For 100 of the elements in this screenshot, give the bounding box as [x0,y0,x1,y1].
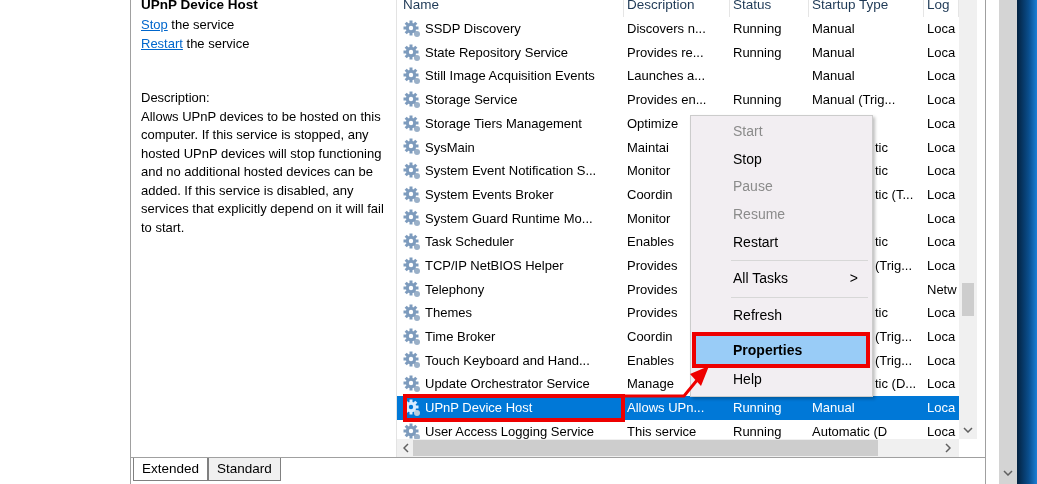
service-name[interactable]: Task Scheduler [425,232,514,252]
column-header[interactable]: Startup Type [809,0,924,17]
table-cell-text: (Trig... [874,256,914,275]
menu-item[interactable]: Refresh [691,301,872,330]
action-text: Restart the service [141,35,251,53]
service-name[interactable]: TCP/IP NetBIOS Helper [425,255,564,276]
window-scrollbar[interactable] [999,0,1017,484]
service-name[interactable]: Time Broker [425,327,496,347]
tab[interactable]: Extended [133,458,209,482]
gear-icon [403,161,421,180]
gear-icon [403,351,421,370]
table-cell-text: Manual [811,67,856,86]
table-cell-text: Manual [811,20,856,39]
table-cell: Monitor [627,163,671,179]
table-cell-text: Loca [926,304,957,323]
tab[interactable]: Standard [208,458,281,482]
table-cell-text: Manual [811,43,856,62]
gear-icon [403,422,421,440]
gear-icon [403,209,421,228]
menu-item[interactable]: All Tasks > [691,264,872,293]
gear-icon [403,304,421,323]
table-cell: Allows UPn... [627,400,705,416]
scrollbar-thumb[interactable] [962,283,974,316]
gear-icon [403,67,421,86]
table-cell-text: Loca [926,91,957,110]
table-cell: Provides [627,305,678,321]
menu-item[interactable]: Help [691,366,872,394]
service-name[interactable]: Telephony [425,279,485,300]
table-cell-text: Manual [811,399,856,418]
table-cell: Provides re... [627,44,704,60]
table-cell-text: tic [874,162,889,181]
table-cell-text: tic [874,138,889,157]
scroll-down-icon[interactable] [1003,470,1013,476]
table-cell: Coordin [627,329,673,345]
table-cell-text: Loca [926,233,957,252]
table-cell-text: Loca [926,43,957,62]
menu-item[interactable]: Restart [691,228,872,256]
action-link[interactable]: Restart [141,36,183,51]
description-text: Allows UPnP devices to be hosted on this computer. If this service is stopped, any hosted UPnP devices will stop functioning and no additional hosted devices can be added. If this service is disabled, any services that explicitly depend on it will fail to start. [141,107,385,237]
service-name[interactable]: Storage Tiers Management [425,113,582,134]
gear-icon [403,185,421,204]
column-header[interactable]: Name [397,0,624,17]
table-cell-text: Loca [926,422,957,440]
table-cell-text: (Trig... [874,351,914,370]
gear-icon [403,43,421,62]
service-name[interactable]: System Events Broker [425,184,554,205]
table-cell-text: Loca [926,399,957,418]
table-cell-text: Running [732,91,783,110]
gear-icon [403,327,421,346]
service-name[interactable]: Touch Keyboard and Hand... [425,350,590,371]
table-cell-text: tic (D... [874,375,918,394]
service-name[interactable]: System Event Notification S... [425,161,597,181]
table-cell-text: Loca [926,114,957,133]
service-name[interactable]: UPnP Device Host [425,398,533,418]
service-name[interactable]: Still Image Acquisition Events [425,66,595,86]
service-name[interactable]: Storage Service [425,90,518,110]
table-cell-text: Running [732,399,783,418]
gear-icon [403,138,421,157]
table-cell-text: Automatic (D [811,422,889,440]
table-cell: Launches a... [627,68,706,84]
table-cell-text: Loca [926,256,957,275]
table-cell: This service [627,423,697,439]
table-cell: Manage [627,376,674,392]
gear-icon [403,233,421,252]
service-name[interactable]: SSDP Discovery [425,19,521,39]
table-cell-text: Loca [926,351,957,370]
table-cell: Enables [627,234,674,250]
scroll-right-icon[interactable] [945,443,951,453]
gear-icon [403,19,421,38]
horizontal-scrollbar[interactable] [397,439,959,457]
table-cell: Provides [627,257,678,273]
gear-icon [403,280,421,299]
menu-item[interactable]: Stop [691,145,872,174]
column-header[interactable]: Status [730,0,809,17]
service-name[interactable]: SysMain [425,137,475,158]
table-cell-text: tic (T... [874,185,915,204]
scroll-left-icon[interactable] [403,443,409,453]
table-cell-text: Loca [926,375,957,394]
vertical-scrollbar[interactable] [959,0,977,440]
table-cell-text: Running [732,20,783,39]
table-cell-text: Loca [926,67,957,86]
table-cell-text: Loca [926,162,957,181]
service-name[interactable]: User Access Logging Service [425,421,595,440]
table-cell-text: Loca [926,209,957,228]
table-cell-text: (Trig... [874,328,914,347]
column-header[interactable]: Description [624,0,730,17]
table-cell: Provides [627,281,678,297]
table-cell-text: Netw [926,280,958,299]
table-cell: Maintai [627,139,669,155]
table-cell: Optimize [627,115,679,131]
action-link[interactable]: Stop [141,17,168,32]
service-name[interactable]: State Repository Service [425,42,569,63]
action-text: Stop the service [141,16,236,34]
service-name[interactable]: System Guard Runtime Mo... [425,208,593,229]
description-label: Description: [141,89,211,107]
table-cell: Coordin [627,186,673,202]
scroll-down-icon[interactable] [963,427,973,434]
service-name[interactable]: Themes [425,303,472,323]
service-name[interactable]: Update Orchestrator Service [425,374,590,394]
table-cell-text: tic [874,304,889,323]
